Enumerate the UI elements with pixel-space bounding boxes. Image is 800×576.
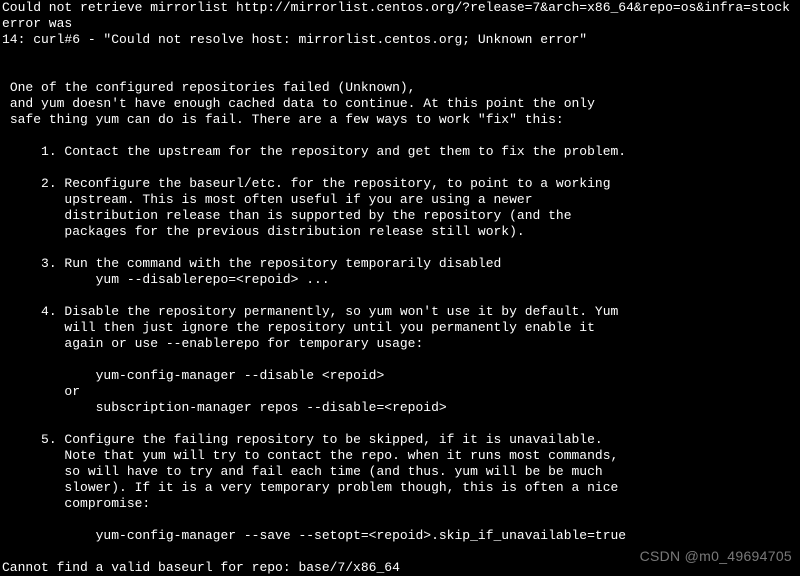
terminal-line: upstream. This is most often useful if y…: [2, 192, 533, 207]
terminal-line: 2. Reconfigure the baseurl/etc. for the …: [2, 176, 611, 191]
terminal-line: subscription-manager repos --disable=<re…: [2, 400, 447, 415]
terminal-line: distribution release than is supported b…: [2, 208, 572, 223]
terminal-line: yum-config-manager --save --setopt=<repo…: [2, 528, 626, 543]
terminal-line: safe thing yum can do is fail. There are…: [2, 112, 564, 127]
terminal-line: yum-config-manager --disable <repoid>: [2, 368, 384, 383]
terminal-line: again or use --enablerepo for temporary …: [2, 336, 423, 351]
terminal-line: 14: curl#6 - "Could not resolve host: mi…: [2, 32, 587, 47]
terminal-line: 5. Configure the failing repository to b…: [2, 432, 603, 447]
terminal-line: 3. Run the command with the repository t…: [2, 256, 501, 271]
terminal-line: or: [2, 384, 80, 399]
terminal-output: Could not retrieve mirrorlist http://mir…: [0, 0, 800, 576]
terminal-line: One of the configured repositories faile…: [2, 80, 415, 95]
terminal-line: slower). If it is a very temporary probl…: [2, 480, 618, 495]
terminal-line: Could not retrieve mirrorlist http://mir…: [2, 0, 798, 31]
terminal-line: will then just ignore the repository unt…: [2, 320, 595, 335]
terminal-line: and yum doesn't have enough cached data …: [2, 96, 595, 111]
terminal-line: 1. Contact the upstream for the reposito…: [2, 144, 626, 159]
terminal-line: Note that yum will try to contact the re…: [2, 448, 618, 463]
terminal-line: compromise:: [2, 496, 150, 511]
terminal-line: yum --disablerepo=<repoid> ...: [2, 272, 330, 287]
terminal-line: Cannot find a valid baseurl for repo: ba…: [2, 560, 400, 575]
terminal-line: 4. Disable the repository permanently, s…: [2, 304, 618, 319]
terminal-line: packages for the previous distribution r…: [2, 224, 525, 239]
terminal-line: so will have to try and fail each time (…: [2, 464, 603, 479]
